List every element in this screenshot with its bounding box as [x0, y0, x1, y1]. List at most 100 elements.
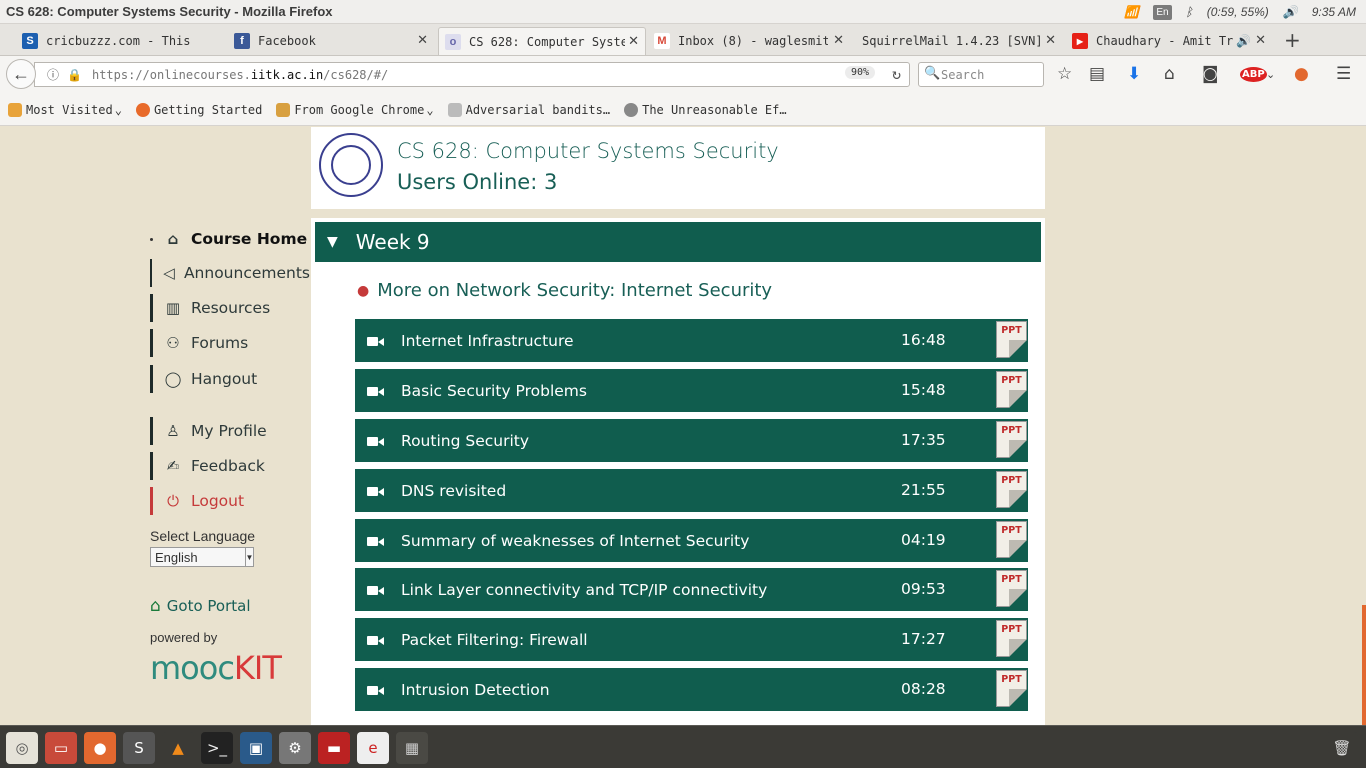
sidebar-item-resources[interactable]: ▥ Resources [150, 294, 310, 322]
search-placeholder: Search [941, 67, 985, 82]
tab-audio-icon[interactable]: 🔊 [1236, 34, 1251, 48]
volume-icon[interactable]: 🔊 [1283, 5, 1298, 19]
lecture-row[interactable]: Link Layer connectivity and TCP/IP conne… [355, 568, 1028, 611]
info-icon[interactable]: ⓘ [47, 66, 59, 83]
home-icon[interactable]: ⌂ [1164, 64, 1175, 84]
bookmark-unreasonable[interactable]: The Unreasonable Ef… [624, 102, 787, 117]
book-icon: ▥ [165, 299, 181, 317]
close-tab-icon[interactable]: ✕ [628, 34, 639, 49]
sidebar-item-hangout[interactable]: ◯ Hangout [150, 365, 310, 393]
week-header[interactable]: ▼ Week 9 [315, 222, 1041, 262]
ubuntu-logo-icon[interactable]: ◎ [6, 732, 38, 764]
vlc-icon[interactable]: ▲ [162, 732, 194, 764]
lecture-row[interactable]: Basic Security Problems 15:48 PPT [355, 369, 1028, 412]
browser-tab[interactable]: M Inbox (8) - waglesmit. ✕ [654, 27, 850, 55]
tab-favicon: M [654, 33, 670, 49]
chat-icon: ◯ [164, 370, 182, 388]
ppt-download-icon[interactable]: PPT [996, 371, 1027, 408]
browser-app-icon[interactable]: e [357, 732, 389, 764]
trash-icon[interactable]: 🗑 [1326, 732, 1358, 764]
chevron-down-icon[interactable]: ⌄ [1266, 68, 1275, 81]
browser-tab[interactable]: ▶ Chaudhary - Amit Tr 🔊 ✕ [1072, 27, 1272, 55]
extension-icon[interactable]: ● [1294, 64, 1309, 84]
topic-heading[interactable]: ● More on Network Security: Internet Sec… [357, 280, 772, 301]
ppt-download-icon[interactable]: PPT [996, 620, 1027, 657]
adblock-icon[interactable]: ABP [1240, 67, 1267, 82]
tab-label: Chaudhary - Amit Tr [1096, 34, 1234, 48]
clock[interactable]: 9:35 AM [1312, 5, 1356, 19]
globe-icon [624, 102, 639, 117]
ppt-download-icon[interactable]: PPT [996, 521, 1027, 558]
ppt-download-icon[interactable]: PPT [996, 471, 1027, 508]
menu-icon[interactable]: ☰ [1336, 64, 1351, 84]
keyboard-layout-indicator[interactable]: En [1153, 4, 1172, 20]
sidebar-item-logout[interactable]: ⏻ Logout [150, 487, 310, 515]
app-icon[interactable]: ▬ [318, 732, 350, 764]
back-button[interactable]: ← [6, 59, 36, 89]
scrollbar[interactable] [1362, 605, 1366, 725]
tab-favicon: S [22, 33, 38, 49]
sidebar-item-announcements[interactable]: ◁ Announcements [150, 259, 310, 287]
search-input[interactable]: 🔍 Search [918, 62, 1044, 87]
bullet-icon: ● [357, 282, 370, 299]
reload-icon[interactable]: ↻ [892, 65, 901, 83]
wifi-icon[interactable]: 📶 [1124, 5, 1139, 19]
lecture-row[interactable]: Packet Filtering: Firewall 17:27 PPT [355, 618, 1028, 661]
lecture-row[interactable]: Summary of weaknesses of Internet Securi… [355, 519, 1028, 562]
file-manager-icon[interactable]: ▭ [45, 732, 77, 764]
bookmark-star-icon[interactable]: ☆ [1057, 64, 1072, 84]
virtualbox-icon[interactable]: ▣ [240, 732, 272, 764]
course-title: CS 628: Computer Systems Security [397, 139, 779, 163]
lecture-row[interactable]: Routing Security 17:35 PPT [355, 419, 1028, 462]
sidebar-item-forums[interactable]: ⚇ Forums [150, 329, 310, 357]
sidebar-item-feedback[interactable]: ✍ Feedback [150, 452, 310, 480]
bookmark-getting-started[interactable]: Getting Started [135, 102, 262, 117]
reading-list-icon[interactable]: ▤ [1089, 64, 1105, 84]
mookit-logo[interactable]: moocKIT [150, 649, 282, 687]
collapse-triangle-icon[interactable]: ▼ [327, 234, 338, 250]
sidebar-item-course-home[interactable]: ⌂ Course Home [150, 225, 310, 253]
ppt-download-icon[interactable]: PPT [996, 421, 1027, 458]
zoom-indicator[interactable]: 90% [844, 66, 875, 79]
bookmark-from-google-chrome[interactable]: From Google Chrome ⌄ [276, 102, 434, 117]
ppt-download-icon[interactable]: PPT [996, 670, 1027, 707]
video-camera-icon [367, 336, 384, 346]
browser-tab[interactable]: S cricbuzzz.com - This w [22, 27, 228, 55]
settings-icon[interactable]: ⚙ [279, 732, 311, 764]
sidebar-item-my-profile[interactable]: ♙ My Profile [150, 417, 310, 445]
browser-tab[interactable]: SquirrelMail 1.4.23 [SVN] ✕ [862, 27, 1062, 55]
browser-tab[interactable]: f Facebook ✕ [234, 27, 434, 55]
terminal-icon[interactable]: >_ [201, 732, 233, 764]
lecture-row[interactable]: Internet Infrastructure 16:48 PPT [355, 319, 1028, 362]
close-tab-icon[interactable]: ✕ [833, 33, 844, 48]
browser-tab-active[interactable]: o CS 628: Computer Syste ✕ [438, 27, 646, 55]
ppt-download-icon[interactable]: PPT [996, 570, 1027, 607]
bookmark-label: From Google Chrome [294, 102, 425, 117]
goto-portal-link[interactable]: ⌂ Goto Portal [150, 596, 251, 616]
window-title: CS 628: Computer Systems Security - Mozi… [6, 4, 333, 19]
bookmark-most-visited[interactable]: Most Visited ⌄ [8, 102, 122, 117]
downloads-icon[interactable]: ⬇ [1127, 64, 1141, 84]
pocket-icon[interactable]: ◙ [1202, 64, 1219, 84]
workspace-switcher-icon[interactable]: ▦ [396, 732, 428, 764]
close-tab-icon[interactable]: ✕ [1255, 33, 1266, 48]
new-tab-button[interactable]: + [1284, 28, 1301, 52]
video-camera-icon [367, 635, 384, 645]
language-select[interactable]: English ▼ [150, 547, 254, 567]
lock-icon[interactable]: 🔒 [67, 68, 82, 82]
battery-status[interactable]: (0:59, 55%) [1207, 5, 1269, 19]
powered-by-label: powered by [150, 630, 218, 645]
goto-portal-label: Goto Portal [166, 597, 251, 615]
text-editor-icon[interactable]: S [123, 732, 155, 764]
ppt-download-icon[interactable]: PPT [996, 321, 1027, 358]
url-bar[interactable]: ⓘ 🔒 https://onlinecourses. iitk.ac.in/cs6… [34, 62, 910, 87]
close-tab-icon[interactable]: ✕ [1045, 33, 1056, 48]
close-tab-icon[interactable]: ✕ [417, 33, 428, 48]
bookmark-adversarial-bandits[interactable]: Adversarial bandits… [447, 102, 610, 117]
course-header: CS 628: Computer Systems Security Users … [311, 127, 1045, 209]
bluetooth-icon[interactable]: ᛒ [1186, 5, 1193, 19]
lecture-row[interactable]: Intrusion Detection 08:28 PPT [355, 668, 1028, 711]
url-path: /cs628/#/ [323, 67, 389, 82]
lecture-row[interactable]: DNS revisited 21:55 PPT [355, 469, 1028, 512]
firefox-icon[interactable]: ● [84, 732, 116, 764]
